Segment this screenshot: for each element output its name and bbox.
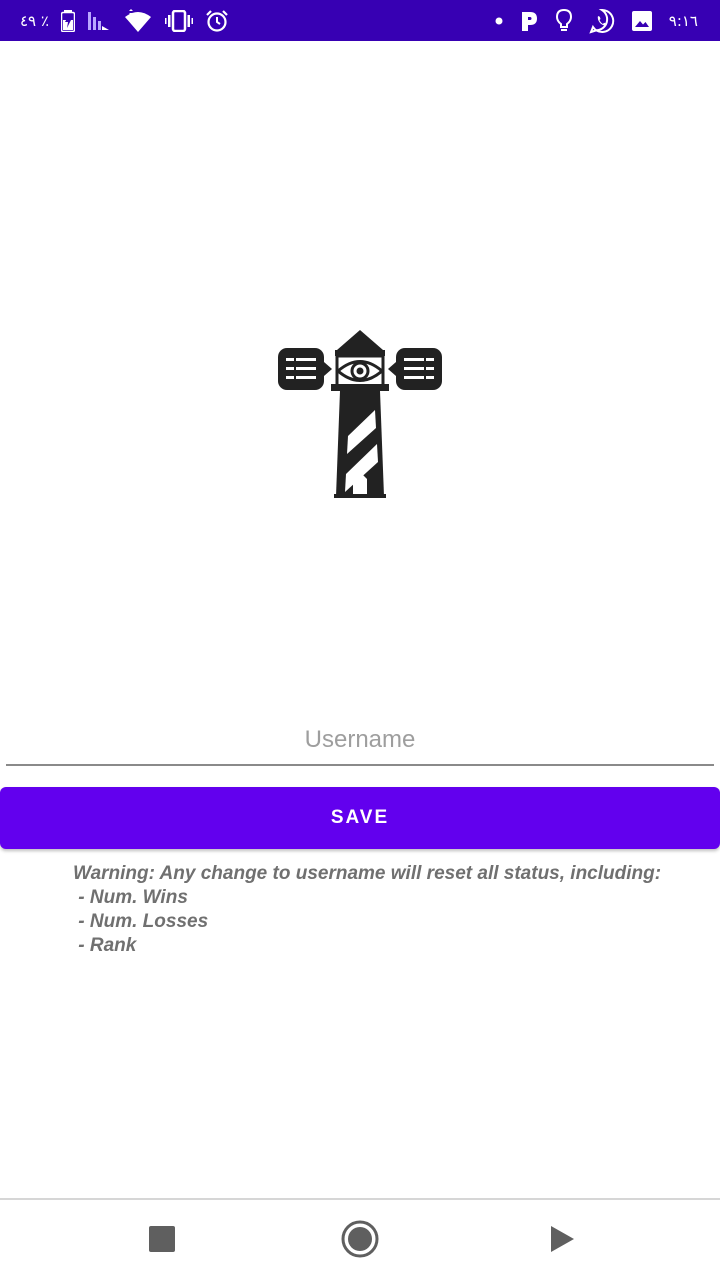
lighthouse-logo-icon [274,326,446,502]
back-button[interactable] [522,1200,602,1282]
battery-charging-icon [60,9,75,32]
lightbulb-icon [555,8,573,34]
username-field[interactable] [6,718,714,766]
warning-item: - Rank [73,935,137,956]
status-bar-left: ٤٩ ٪ [20,0,229,41]
home-circle-icon [340,1219,380,1264]
wifi-icon [123,8,153,33]
battery-percent: ٤٩ ٪ [20,11,49,30]
warning-heading: Warning: Any change to username will res… [73,863,662,884]
clock: ٩:١٦ [668,11,698,30]
vibrate-icon [164,9,193,32]
parking-app-icon [519,10,539,32]
alarm-icon [205,9,229,33]
recents-button[interactable] [122,1200,202,1282]
navigation-bar [0,1198,720,1282]
username-input[interactable] [6,718,714,762]
recents-square-icon [148,1225,176,1258]
status-bar: ٤٩ ٪ ٩:١٦ [0,0,720,41]
home-button[interactable] [320,1200,400,1282]
back-triangle-icon [548,1224,576,1259]
save-button[interactable]: SAVE [0,787,720,849]
whatsapp-icon [589,8,615,34]
warning-text: Warning: Any change to username will res… [73,862,693,958]
notification-dot-icon [495,17,503,25]
warning-item: - Num. Wins [73,887,188,908]
signal-icon [87,10,111,32]
status-bar-right: ٩:١٦ [495,0,698,41]
warning-item: - Num. Losses [73,911,209,932]
image-icon [631,10,653,32]
